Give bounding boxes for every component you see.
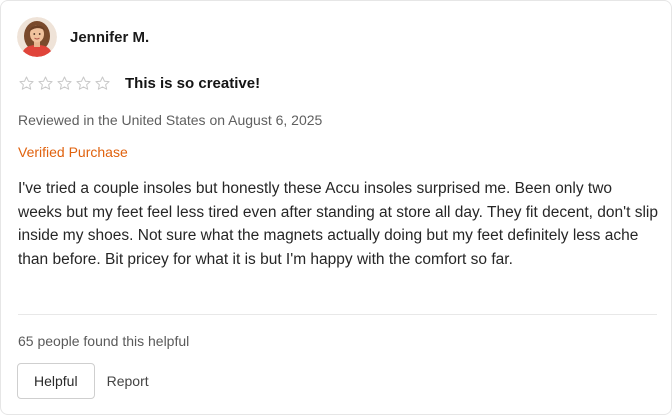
verified-purchase-badge: Verified Purchase [18, 144, 128, 160]
star-outline-icon [76, 76, 91, 90]
review-date: Reviewed in the United States on August … [18, 112, 323, 128]
star-outline-icon [57, 76, 72, 90]
rating-row: This is so creative! [18, 75, 260, 92]
helpful-count: 65 people found this helpful [18, 333, 190, 349]
reviewer-name: Jennifer M. [70, 28, 150, 46]
star-outline-icon [38, 76, 53, 90]
star-rating [18, 75, 111, 92]
review-card: Jennifer M. This is so creative! Reviewe… [0, 0, 672, 415]
report-link[interactable]: Report [107, 373, 149, 389]
divider [18, 314, 657, 315]
review-body: I've tried a couple insoles but honestly… [18, 180, 658, 268]
reviewer-header: Jennifer M. [17, 17, 149, 57]
avatar [17, 17, 57, 57]
review-title: This is so creative! [125, 75, 261, 92]
user-avatar-icon [17, 17, 57, 57]
star-outline-icon [95, 76, 110, 90]
helpful-button[interactable]: Helpful [17, 363, 95, 399]
star-outline-icon [19, 76, 34, 90]
review-actions: Helpful Report [17, 363, 149, 399]
